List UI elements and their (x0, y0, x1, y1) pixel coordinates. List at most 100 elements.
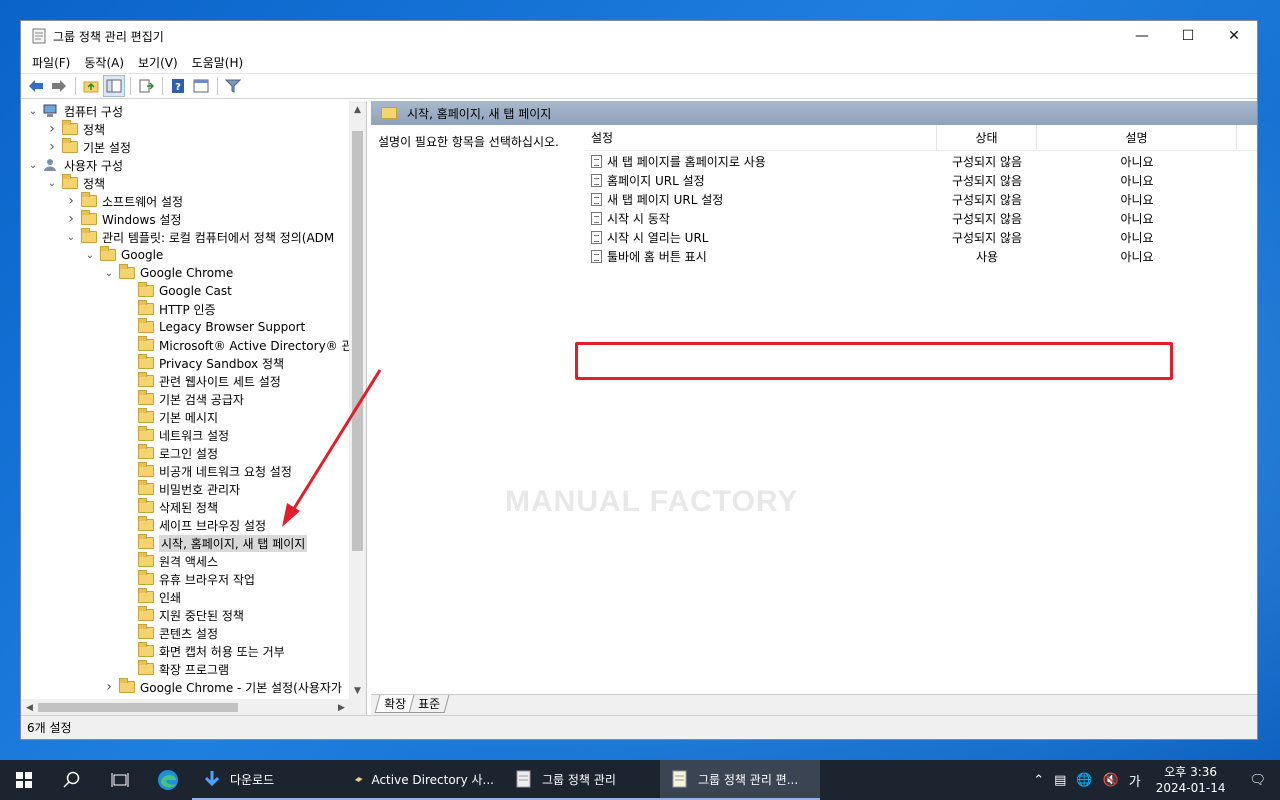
maximize-button[interactable]: ☐ (1165, 21, 1211, 51)
forward-arrow-icon[interactable] (48, 75, 70, 97)
speaker-muted-icon[interactable]: 🔇 (1098, 773, 1124, 788)
details-header-title: 시작, 홈페이지, 새 탭 페이지 (407, 106, 552, 121)
tree-item[interactable]: › 소프트웨어 설정 (21, 192, 366, 210)
tree-item[interactable]: › 기본 설정 (21, 138, 366, 156)
tree-item[interactable]: 콘텐츠 설정 (21, 624, 366, 642)
expand-chevron-down-icon[interactable]: ⌄ (84, 246, 96, 264)
menu-action[interactable]: 동작(A) (77, 54, 131, 71)
chevron-up-icon[interactable]: ⌃ (1028, 773, 1049, 788)
tree-item[interactable]: 세이프 브라우징 설정 (21, 516, 366, 534)
policy-setting-row[interactable]: 시작 시 동작 구성되지 않음 아니요 (585, 209, 1257, 228)
scroll-up-icon[interactable]: ▲ (349, 101, 366, 118)
scroll-right-icon[interactable]: ▶ (333, 699, 350, 716)
expand-chevron-down-icon[interactable]: ⌄ (46, 174, 58, 192)
menu-help[interactable]: 도움말(H) (185, 54, 251, 71)
menu-file[interactable]: 파일(F) (25, 54, 77, 71)
tree-vertical-scrollbar[interactable]: ▲ ▼ (349, 101, 366, 699)
tree-item[interactable]: › Google Chrome - 기본 설정(사용자가 (21, 678, 366, 696)
taskbar-app-download[interactable]: 다운로드 (192, 760, 344, 800)
tree-item[interactable]: 원격 액세스 (21, 552, 366, 570)
tree-item[interactable]: ⌄ 관리 템플릿: 로컬 컴퓨터에서 정책 정의(ADM (21, 228, 366, 246)
scroll-thumb[interactable] (352, 131, 363, 551)
expand-chevron-down-icon[interactable]: ⌄ (27, 156, 39, 174)
tree-item[interactable]: 삭제된 정책 (21, 498, 366, 516)
tree-item[interactable]: 시작, 홈페이지, 새 탭 페이지 (21, 534, 366, 552)
tree-item[interactable]: 관련 웹사이트 세트 설정 (21, 372, 366, 390)
task-view-button[interactable] (96, 760, 144, 800)
scroll-down-icon[interactable]: ▼ (349, 682, 366, 699)
edge-button[interactable] (144, 760, 192, 800)
globe-icon[interactable]: 🌐 (1071, 773, 1097, 788)
expand-chevron-right-icon[interactable]: › (103, 678, 115, 696)
close-button[interactable]: ✕ (1211, 21, 1257, 51)
tree-item[interactable]: › 정책 (21, 120, 366, 138)
expand-chevron-right-icon[interactable]: › (65, 192, 77, 210)
tree-item[interactable]: 지원 중단된 정책 (21, 606, 366, 624)
policy-setting-row[interactable]: 새 탭 페이지 URL 설정 구성되지 않음 아니요 (585, 190, 1257, 209)
tree-item[interactable]: Privacy Sandbox 정책 (21, 354, 366, 372)
policy-setting-row[interactable]: 새 탭 페이지를 홈페이지로 사용 구성되지 않음 아니요 (585, 152, 1257, 171)
expand-chevron-right-icon[interactable]: › (46, 120, 58, 138)
tree-item[interactable]: 유휴 브라우저 작업 (21, 570, 366, 588)
tree-item[interactable]: 확장 프로그램 (21, 660, 366, 678)
tree-item[interactable]: ⌄ 정책 (21, 174, 366, 192)
policy-setting-row[interactable]: 시작 시 열리는 URL 구성되지 않음 아니요 (585, 228, 1257, 247)
tree-item[interactable]: 화면 캡처 허용 또는 거부 (21, 642, 366, 660)
tree-item[interactable]: ⌄ 컴퓨터 구성 (21, 102, 366, 120)
tree-horizontal-scrollbar[interactable]: ◀ ▶ (21, 699, 366, 716)
notification-icon[interactable]: 🗨 (1235, 773, 1280, 788)
expand-chevron-right-icon[interactable]: › (46, 138, 58, 156)
tree-item[interactable]: Google Cast (21, 282, 366, 300)
tree-item[interactable]: › Windows 설정 (21, 210, 366, 228)
tree-item[interactable]: 네트워크 설정 (21, 426, 366, 444)
tab-standard[interactable]: 표준 (408, 695, 450, 713)
tree-item[interactable]: 비밀번호 관리자 (21, 480, 366, 498)
column-header-setting[interactable]: 설정 (585, 124, 937, 151)
setting-state: 구성되지 않음 (951, 174, 1023, 188)
filter-icon[interactable] (222, 75, 244, 97)
column-header-state[interactable]: 상태 (937, 124, 1037, 151)
expand-chevron-down-icon[interactable]: ⌄ (103, 264, 115, 282)
properties-icon[interactable] (190, 75, 212, 97)
tree-item[interactable]: 비공개 네트워크 요청 설정 (21, 462, 366, 480)
expand-chevron-down-icon[interactable]: ⌄ (65, 228, 77, 246)
export-list-icon[interactable] (135, 75, 157, 97)
clock[interactable]: 오후 3:36 2024-01-14 (1146, 764, 1236, 796)
tree-item[interactable]: 인쇄 (21, 588, 366, 606)
taskbar-app-gpo[interactable]: 그룹 정책 관리 (504, 760, 660, 800)
tree-item[interactable]: ⌄ 사용자 구성 (21, 156, 366, 174)
start-button[interactable] (0, 760, 48, 800)
search-button[interactable] (48, 760, 96, 800)
column-header-comment[interactable]: 설명 (1037, 124, 1237, 151)
policy-setting-row[interactable]: 툴바에 홈 버튼 표시 사용 아니요 (585, 247, 1257, 266)
taskbar-app-gpo-editor[interactable]: 그룹 정책 관리 편... (660, 760, 820, 800)
folder-icon (138, 462, 154, 477)
tree-item[interactable]: ⌄ Google Chrome (21, 264, 366, 282)
tree-item[interactable]: Microsoft® Active Directory® 관리 (21, 336, 366, 354)
tree-item[interactable]: HTTP 인증 (21, 300, 366, 318)
tree-item[interactable]: 기본 검색 공급자 (21, 390, 366, 408)
policy-setting-row[interactable]: 홈페이지 URL 설정 구성되지 않음 아니요 (585, 171, 1257, 190)
network-adapter-icon[interactable]: ▤ (1049, 773, 1071, 788)
up-folder-icon[interactable] (80, 75, 102, 97)
scroll-left-icon[interactable]: ◀ (21, 699, 38, 716)
minimize-button[interactable]: — (1119, 21, 1165, 51)
expand-chevron-down-icon[interactable]: ⌄ (27, 102, 39, 120)
tree-item-label: 정책 (83, 176, 106, 191)
taskbar-app-active-directory[interactable]: Active Directory 사... (344, 760, 504, 800)
help-icon[interactable]: ? (167, 75, 189, 97)
back-arrow-icon[interactable] (25, 75, 47, 97)
menu-view[interactable]: 보기(V) (131, 54, 185, 71)
tree-item[interactable]: 기본 메시지 (21, 408, 366, 426)
tree-item[interactable]: Legacy Browser Support (21, 318, 366, 336)
setting-comment: 아니요 (1120, 250, 1154, 264)
scroll-thumb[interactable] (38, 703, 238, 712)
tree-item[interactable]: 로그인 설정 (21, 444, 366, 462)
expand-chevron-right-icon[interactable]: › (65, 210, 77, 228)
ime-indicator[interactable]: 가 (1124, 771, 1146, 790)
tree-item[interactable]: ⌄ Google (21, 246, 366, 264)
show-tree-icon[interactable] (103, 75, 125, 97)
